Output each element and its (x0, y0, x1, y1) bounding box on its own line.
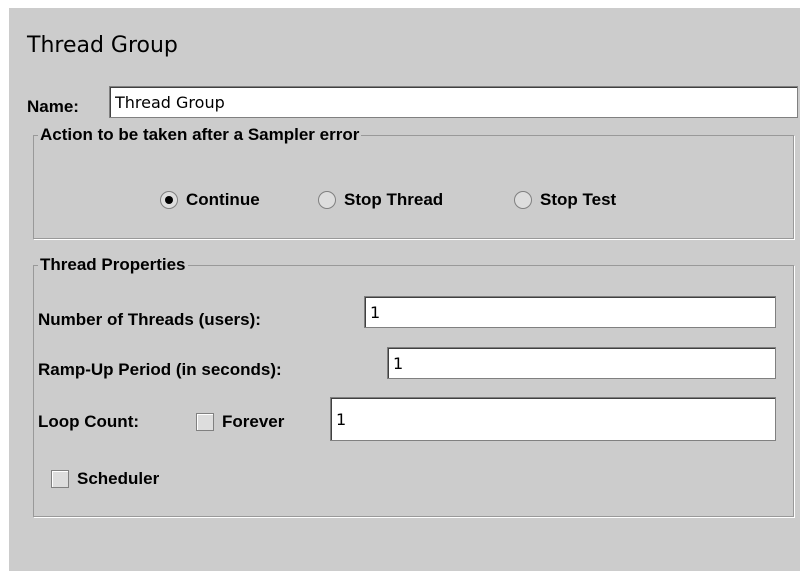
ramp-up-label: Ramp-Up Period (in seconds): (38, 360, 282, 379)
sampler-error-action-group: Action to be taken after a Sampler error… (33, 125, 794, 239)
thread-group-panel: Thread Group Name: Action to be taken af… (9, 8, 800, 571)
stop-test-option[interactable]: Stop Test (514, 190, 616, 210)
continue-option[interactable]: Continue (160, 190, 260, 210)
sampler-error-group-title: Action to be taken after a Sampler error (38, 125, 362, 145)
continue-label: Continue (186, 190, 260, 209)
scheduler-checkbox[interactable] (51, 470, 69, 488)
stop-test-radio[interactable] (514, 191, 532, 209)
stop-thread-option[interactable]: Stop Thread (318, 190, 443, 210)
page-title: Thread Group (27, 33, 178, 58)
stop-test-label: Stop Test (540, 190, 617, 209)
continue-radio[interactable] (160, 191, 178, 209)
name-label: Name: (27, 97, 79, 116)
scheduler-label: Scheduler (77, 469, 160, 488)
num-threads-label: Number of Threads (users): (38, 310, 261, 329)
thread-properties-title: Thread Properties (38, 255, 188, 275)
ramp-up-input[interactable] (387, 347, 776, 379)
loop-count-label: Loop Count: (38, 412, 140, 431)
thread-properties-group: Thread Properties Number of Threads (use… (33, 255, 794, 517)
stop-thread-label: Stop Thread (344, 190, 444, 209)
forever-option[interactable]: Forever (196, 412, 284, 432)
scheduler-option[interactable]: Scheduler (51, 469, 159, 489)
stop-thread-radio[interactable] (318, 191, 336, 209)
forever-label: Forever (222, 412, 285, 431)
loop-count-input[interactable] (330, 397, 776, 441)
name-input[interactable] (109, 86, 798, 118)
num-threads-input[interactable] (364, 296, 776, 328)
forever-checkbox[interactable] (196, 413, 214, 431)
